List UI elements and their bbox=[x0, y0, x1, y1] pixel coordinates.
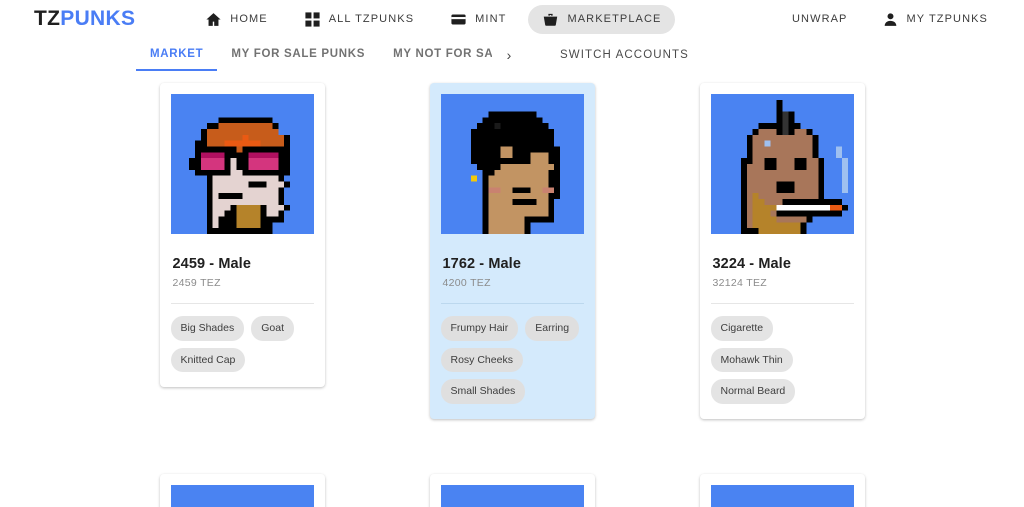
card-divider bbox=[170, 303, 314, 304]
punk-price: 2459 TEZ bbox=[172, 277, 221, 289]
punk-pixel-art bbox=[170, 94, 314, 234]
punk-price: 32124 TEZ bbox=[712, 277, 767, 289]
nav-item-home-label: HOME bbox=[230, 13, 268, 25]
brand-logo-punks: PUNKS bbox=[60, 7, 136, 30]
attribute-tag[interactable]: Cigarette bbox=[710, 316, 774, 341]
nav-item-all-tzpunks[interactable]: ALL TZPUNKS bbox=[290, 5, 428, 34]
punk-pixel-art bbox=[440, 94, 584, 234]
tabs-next-arrow-glyph: › bbox=[506, 46, 512, 63]
top-navigation-bar: TZPUNKS HOME ALL TZPUNKS MINT MARKETPLAC… bbox=[0, 0, 1024, 38]
punk-card[interactable] bbox=[159, 473, 325, 507]
punk-card[interactable] bbox=[699, 473, 865, 507]
home-icon bbox=[205, 11, 222, 28]
attribute-tag[interactable]: Small Shades bbox=[440, 379, 526, 404]
nav-item-marketplace-label: MARKETPLACE bbox=[567, 13, 662, 25]
punk-card-board: 2459 - Male 2459 TEZ Big Shades Goat Kni… bbox=[0, 71, 1024, 507]
card-divider bbox=[710, 303, 854, 304]
attribute-tag[interactable]: Rosy Cheeks bbox=[440, 347, 523, 372]
attribute-tag[interactable]: Frumpy Hair bbox=[440, 316, 519, 341]
attribute-tag[interactable]: Mohawk Thin bbox=[710, 347, 793, 372]
attribute-tag[interactable]: Goat bbox=[251, 316, 294, 341]
tab-my-not-for-sale-punks-label: MY NOT FOR SALE PUNK bbox=[393, 47, 492, 60]
punk-attribute-tags: Big Shades Goat Knitted Cap bbox=[170, 316, 314, 376]
nav-item-mint-label: MINT bbox=[475, 13, 507, 25]
punk-price: 4200 TEZ bbox=[442, 277, 491, 289]
nav-item-unwrap-label: UNWRAP bbox=[792, 13, 848, 25]
punk-pixel-art bbox=[710, 94, 854, 234]
card-divider bbox=[440, 303, 584, 304]
punk-thumbnail bbox=[710, 94, 854, 234]
nav-item-unwrap[interactable]: UNWRAP bbox=[778, 7, 862, 31]
punk-card[interactable]: 3224 - Male 32124 TEZ Cigarette Mohawk T… bbox=[699, 83, 865, 419]
punk-attribute-tags: Frumpy Hair Earring Rosy Cheeks Small Sh… bbox=[440, 316, 584, 408]
tabs-scroller: MARKET MY FOR SALE PUNKS MY NOT FOR SALE… bbox=[136, 38, 492, 71]
punk-card[interactable]: 2459 - Male 2459 TEZ Big Shades Goat Kni… bbox=[159, 83, 325, 387]
nav-item-my-tzpunks[interactable]: MY TZPUNKS bbox=[868, 5, 1003, 34]
nav-item-all-tzpunks-label: ALL TZPUNKS bbox=[328, 13, 415, 25]
switch-accounts-button[interactable]: SWITCH ACCOUNTS bbox=[560, 38, 689, 71]
tab-my-not-for-sale-punks[interactable]: MY NOT FOR SALE PUNK bbox=[379, 38, 492, 71]
punk-title: 2459 - Male bbox=[172, 256, 251, 272]
card-icon bbox=[450, 11, 467, 28]
brand-logo[interactable]: TZPUNKS bbox=[34, 7, 135, 31]
basket-icon bbox=[542, 11, 559, 28]
punk-title: 1762 - Male bbox=[442, 256, 521, 272]
switch-accounts-label: SWITCH ACCOUNTS bbox=[560, 48, 689, 61]
marketplace-tab-bar: MARKET MY FOR SALE PUNKS MY NOT FOR SALE… bbox=[0, 38, 1024, 71]
punk-thumbnail bbox=[170, 484, 314, 507]
punk-thumbnail bbox=[440, 484, 584, 507]
attribute-tag[interactable]: Knitted Cap bbox=[170, 347, 246, 372]
attribute-tag[interactable]: Big Shades bbox=[170, 316, 245, 341]
punk-card-selected[interactable]: 1762 - Male 4200 TEZ Frumpy Hair Earring… bbox=[429, 83, 595, 419]
punk-attribute-tags: Cigarette Mohawk Thin Normal Beard bbox=[710, 316, 854, 408]
tab-my-for-sale-punks-label: MY FOR SALE PUNKS bbox=[231, 47, 366, 60]
punk-thumbnail bbox=[440, 94, 584, 234]
punk-thumbnail bbox=[170, 94, 314, 234]
tabs-next-arrow-icon[interactable]: › bbox=[492, 38, 526, 71]
punk-title: 3224 - Male bbox=[712, 256, 791, 272]
nav-item-marketplace[interactable]: MARKETPLACE bbox=[528, 4, 676, 34]
tab-market[interactable]: MARKET bbox=[136, 38, 218, 71]
secondary-nav-items: UNWRAP MY TZPUNKS bbox=[778, 5, 1008, 34]
punk-thumbnail bbox=[710, 484, 854, 507]
punk-pixel-art bbox=[710, 484, 854, 507]
punk-card-grid: 2459 - Male 2459 TEZ Big Shades Goat Kni… bbox=[0, 71, 1024, 507]
nav-item-my-tzpunks-label: MY TZPUNKS bbox=[906, 13, 988, 25]
attribute-tag[interactable]: Normal Beard bbox=[710, 379, 796, 404]
tab-market-label: MARKET bbox=[150, 47, 204, 60]
primary-nav-items: HOME ALL TZPUNKS MINT MARKETPLACE bbox=[191, 4, 676, 34]
punk-pixel-art bbox=[440, 484, 584, 507]
punk-card[interactable] bbox=[429, 473, 595, 507]
person-icon bbox=[882, 11, 899, 28]
brand-logo-tz: TZ bbox=[34, 7, 61, 30]
punk-pixel-art bbox=[170, 484, 314, 507]
grid-icon bbox=[304, 11, 321, 28]
nav-item-home[interactable]: HOME bbox=[191, 5, 281, 34]
attribute-tag[interactable]: Earring bbox=[525, 316, 580, 341]
nav-item-mint[interactable]: MINT bbox=[436, 5, 520, 34]
tab-my-for-sale-punks[interactable]: MY FOR SALE PUNKS bbox=[217, 38, 379, 71]
